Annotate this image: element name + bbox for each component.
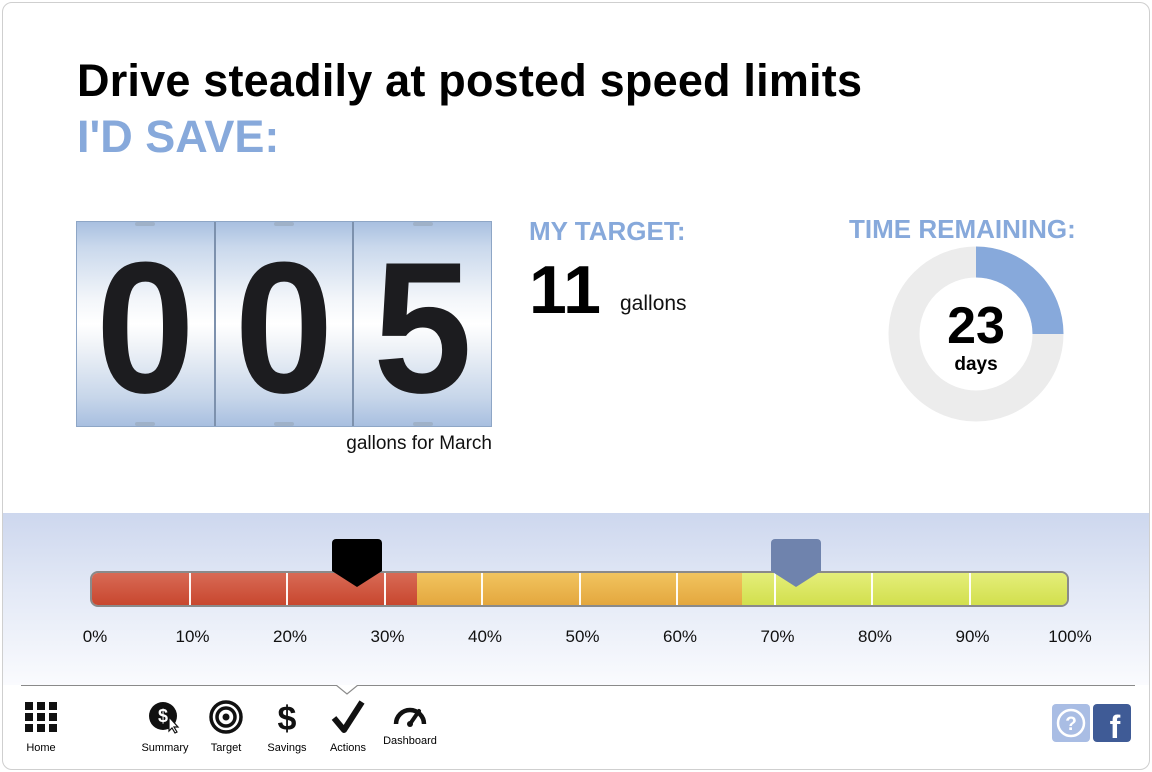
nav-actions[interactable]: Actions xyxy=(326,700,370,754)
facebook-icon: f xyxy=(1110,709,1121,745)
progress-gridline xyxy=(578,573,581,605)
progress-tick-label: 80% xyxy=(857,627,893,646)
checkmark-icon xyxy=(331,700,365,733)
nav-summary-label: Summary xyxy=(141,742,189,754)
nav-summary[interactable]: $ Summary xyxy=(140,700,190,754)
progress-tick-label: 100% xyxy=(1048,627,1092,646)
app-frame: Drive steadily at posted speed limits I'… xyxy=(2,2,1150,770)
nav-home-label: Home xyxy=(26,742,56,754)
nav-target[interactable]: Target xyxy=(206,700,246,754)
current-progress-marker[interactable] xyxy=(332,539,383,589)
nav-dashboard[interactable]: Dashboard xyxy=(381,703,439,747)
progress-tick-label: 20% xyxy=(272,627,308,646)
progress-tick-label: 30% xyxy=(370,627,405,646)
progress-tick-label: 50% xyxy=(565,627,600,646)
progress-gridline xyxy=(383,573,386,605)
progress-gridline xyxy=(871,573,873,605)
odometer-digit: 0 xyxy=(213,222,353,426)
odometer-caption: gallons for March xyxy=(346,433,492,454)
savings-heading: I'D SAVE: xyxy=(77,111,280,162)
nav-actions-label: Actions xyxy=(329,742,367,754)
help-button[interactable]: ? xyxy=(1052,704,1090,742)
progress-tick-label: 60% xyxy=(662,627,698,646)
nav-savings-label: Savings xyxy=(267,742,307,754)
nav-divider xyxy=(21,685,1135,686)
progress-gridline xyxy=(676,573,678,605)
svg-text:f: f xyxy=(1110,709,1121,742)
svg-text:$: $ xyxy=(158,706,168,726)
svg-text:$: $ xyxy=(278,700,297,734)
target-unit: gallons xyxy=(620,292,687,315)
time-remaining-label: TIME REMAINING: xyxy=(849,214,1076,244)
target-label: MY TARGET: xyxy=(529,216,686,246)
odometer-digit: 0 xyxy=(77,222,214,426)
progress-tick-label: 0% xyxy=(82,627,108,646)
nav-target-label: Target xyxy=(210,742,242,754)
speedometer-icon xyxy=(393,707,427,727)
nav-savings[interactable]: $ Savings xyxy=(265,700,309,754)
facebook-button[interactable]: f xyxy=(1093,704,1131,745)
grid-icon xyxy=(25,702,57,732)
progress-gridline xyxy=(188,573,191,605)
page-title: Drive steadily at posted speed limits xyxy=(77,55,863,106)
progress-tick-label: 40% xyxy=(467,627,503,646)
progress-tick-label: 70% xyxy=(760,627,795,646)
progress-gridline xyxy=(481,573,483,605)
odometer-digit: 5 xyxy=(352,222,492,426)
nav-home[interactable]: Home xyxy=(23,700,59,754)
target-icon xyxy=(209,700,243,734)
progress-gridline xyxy=(286,573,288,605)
target-value: 11 xyxy=(529,252,601,328)
nav-dashboard-label: Dashboard xyxy=(383,735,437,747)
dollar-icon: $ xyxy=(278,700,297,738)
dollar-cursor-icon: $ xyxy=(149,702,180,734)
days-remaining-value: 23 xyxy=(947,297,1005,355)
progress-gridline xyxy=(968,573,971,605)
progress-tick-label: 90% xyxy=(955,627,990,646)
svg-text:?: ? xyxy=(1065,714,1077,735)
progress-tick-label: 10% xyxy=(175,627,210,646)
savings-odometer: 0 0 5 xyxy=(76,221,492,427)
active-tab-caret xyxy=(336,685,358,695)
target-progress-marker[interactable] xyxy=(770,539,821,589)
help-icon: ? xyxy=(1056,708,1086,738)
days-remaining-unit: days xyxy=(954,354,998,375)
